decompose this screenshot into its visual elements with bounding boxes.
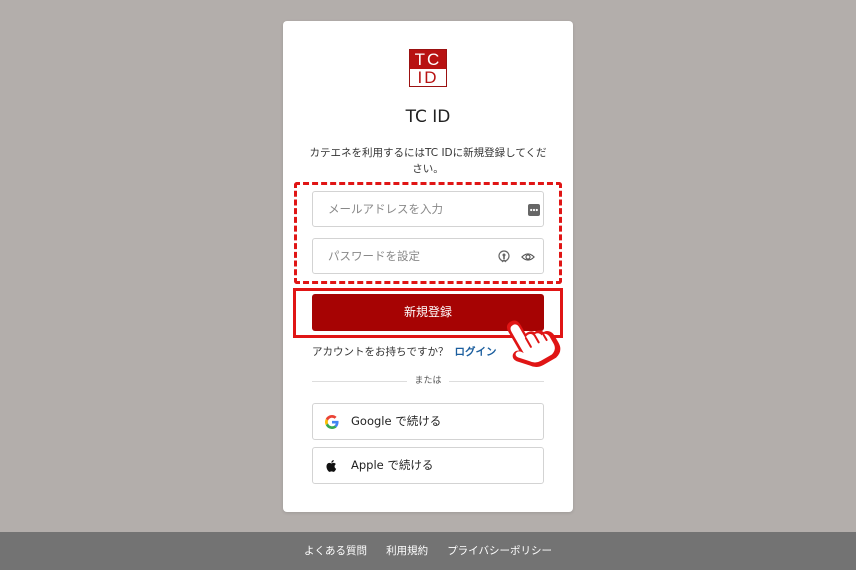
apple-button-label: Apple で続ける xyxy=(351,458,434,472)
or-divider: または xyxy=(312,375,544,387)
apple-signin-button[interactable]: Apple で続ける xyxy=(312,447,544,484)
signup-card: TC ID TC ID カテエネを利用するにはTC IDに新規登録してください。… xyxy=(283,21,573,512)
tc-id-logo: TC ID xyxy=(409,49,447,87)
email-input[interactable] xyxy=(313,192,543,226)
google-button-label: Google で続ける xyxy=(351,414,442,428)
password-manager-icon[interactable] xyxy=(527,203,541,217)
page-subtitle: カテエネを利用するにはTC IDに新規登録してください。 xyxy=(309,147,547,175)
footer-link-privacy[interactable]: プライバシーポリシー xyxy=(447,545,552,557)
footer: よくある質問 利用規約 プライバシーポリシー xyxy=(0,532,856,570)
key-lock-icon[interactable] xyxy=(497,250,511,264)
email-field[interactable] xyxy=(312,191,544,227)
password-field[interactable] xyxy=(312,238,544,274)
signup-button[interactable]: 新規登録 xyxy=(312,294,544,331)
footer-link-faq[interactable]: よくある質問 xyxy=(304,545,367,557)
apple-icon xyxy=(326,459,337,472)
logo-line1: TC xyxy=(410,50,446,69)
account-prompt: アカウントをお持ちですか？ xyxy=(312,346,449,358)
google-signin-button[interactable]: Google で続ける xyxy=(312,403,544,440)
google-icon xyxy=(325,415,339,429)
logo-line2: ID xyxy=(417,68,439,87)
eye-icon[interactable] xyxy=(521,250,535,264)
login-link[interactable]: ログイン xyxy=(455,346,497,358)
divider-right xyxy=(449,381,544,382)
page-title: TC ID xyxy=(405,107,451,127)
account-prompt-line: アカウントをお持ちですか？ ログイン xyxy=(312,344,497,359)
footer-link-terms[interactable]: 利用規約 xyxy=(386,545,428,557)
